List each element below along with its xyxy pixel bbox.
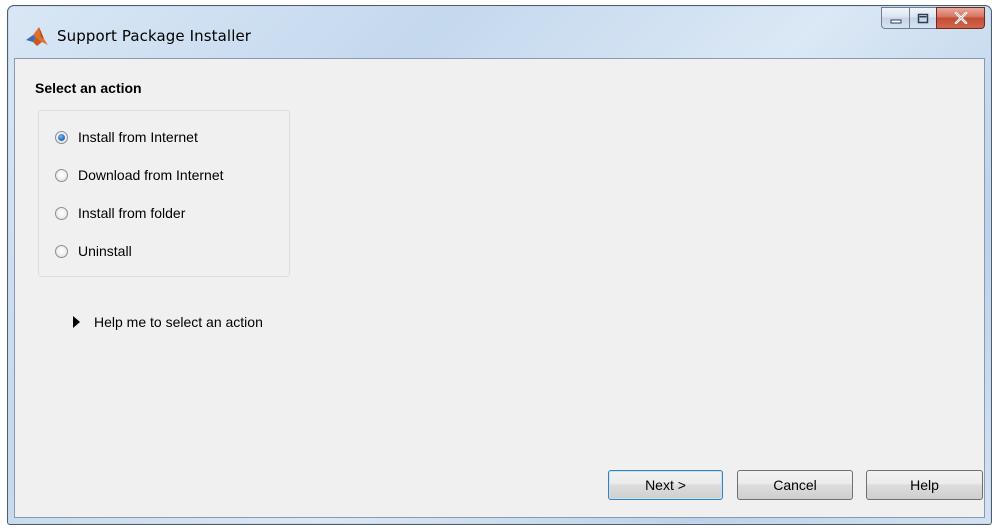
maximize-button[interactable] [909, 7, 936, 29]
dialog-content: Select an action Install from Internet D… [14, 58, 985, 518]
radio-download-from-internet[interactable]: Download from Internet [55, 167, 224, 183]
radio-button[interactable] [55, 206, 68, 220]
window-title: Support Package Installer [57, 27, 252, 45]
radio-label: Install from Internet [78, 129, 198, 145]
expand-triangle-icon [73, 316, 80, 328]
close-icon [954, 9, 968, 28]
cancel-button[interactable]: Cancel [737, 470, 853, 500]
minimize-icon [890, 9, 902, 28]
caption-buttons [881, 7, 985, 32]
radio-label: Uninstall [78, 243, 132, 259]
installer-window: Support Package Installer Select an acti… [7, 5, 992, 525]
radio-label: Download from Internet [78, 167, 224, 183]
radio-button[interactable] [55, 244, 68, 258]
maximize-icon [917, 9, 929, 28]
action-radio-group: Install from Internet Download from Inte… [38, 110, 290, 277]
next-button[interactable]: Next > [608, 470, 723, 500]
title-bar[interactable]: Support Package Installer [8, 6, 991, 57]
close-button[interactable] [936, 7, 985, 29]
help-button[interactable]: Help [866, 470, 983, 500]
minimize-button[interactable] [881, 7, 909, 29]
radio-button-checked[interactable] [55, 130, 68, 144]
help-link-label: Help me to select an action [94, 314, 263, 330]
radio-label: Install from folder [78, 205, 186, 221]
help-select-action-expander[interactable]: Help me to select an action [73, 314, 263, 330]
radio-install-from-internet[interactable]: Install from Internet [55, 129, 198, 145]
radio-button[interactable] [55, 168, 68, 182]
radio-install-from-folder[interactable]: Install from folder [55, 205, 185, 221]
matlab-logo-icon [25, 25, 49, 49]
section-heading: Select an action [35, 80, 142, 96]
radio-uninstall[interactable]: Uninstall [55, 243, 132, 259]
